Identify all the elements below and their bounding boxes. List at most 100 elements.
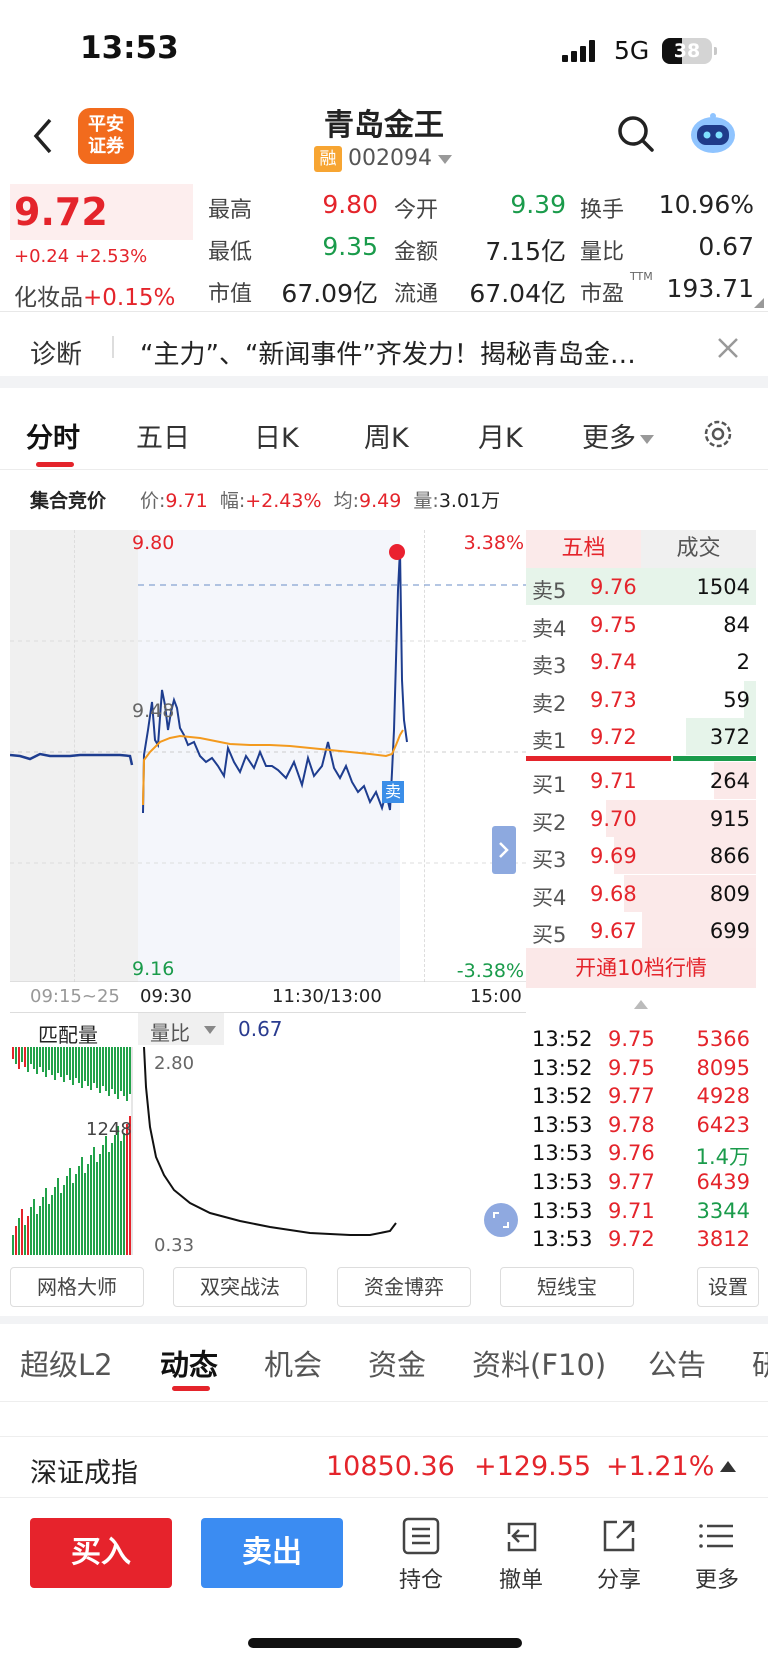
- tab-trades[interactable]: 成交: [641, 530, 756, 568]
- sub-axis-mid: 1248: [86, 1119, 132, 1140]
- sub-axis-top: 2.80: [154, 1053, 195, 1074]
- tab-super-l2[interactable]: 超级L2: [20, 1342, 113, 1384]
- trade-time: 13:53: [532, 1170, 593, 1194]
- float-label: 流通: [394, 282, 439, 307]
- dropdown-icon: [640, 435, 654, 444]
- ask-label: 卖5: [532, 579, 567, 603]
- trade-price: 9.77: [608, 1170, 655, 1194]
- trade-volume: 8095: [696, 1055, 750, 1080]
- network-label: 5G: [614, 36, 650, 65]
- tab-opportunity[interactable]: 机会: [264, 1342, 322, 1384]
- ask-row[interactable]: 卖2 9.73 59: [526, 680, 756, 718]
- search-icon[interactable]: [616, 114, 656, 154]
- sector-change[interactable]: 化妆品+0.15%: [14, 278, 175, 312]
- tab-more[interactable]: 更多: [582, 416, 654, 455]
- sell-button[interactable]: 卖出: [201, 1518, 343, 1588]
- status-bar: 13:53 5G 38: [0, 0, 768, 96]
- tab-five-levels[interactable]: 五档: [526, 530, 641, 568]
- volume-ratio-chart[interactable]: 匹配量 量比 0.67 2.80 1248 0.33: [10, 1012, 526, 1256]
- bid-row[interactable]: 买1 9.71 264: [526, 762, 756, 799]
- index-name: 深证成指: [30, 1458, 138, 1489]
- positions-button[interactable]: 持仓: [386, 1516, 456, 1594]
- bid-price: 9.70: [590, 806, 637, 831]
- volratio-label: 量比: [580, 240, 625, 265]
- open-level10-button[interactable]: 开通10档行情: [526, 948, 756, 988]
- trade-volume: 4928: [696, 1084, 750, 1109]
- ask-row[interactable]: 卖5 9.76 1504: [526, 568, 756, 605]
- tool-grid-master[interactable]: 网格大师: [10, 1267, 144, 1307]
- indicator-selector[interactable]: 量比: [138, 1013, 224, 1045]
- ask-label: 卖3: [532, 654, 567, 678]
- share-button[interactable]: 分享: [584, 1516, 654, 1594]
- ask-volume: 372: [709, 725, 750, 749]
- ask-label: 卖1: [532, 729, 567, 753]
- more-button[interactable]: 更多: [682, 1516, 752, 1594]
- tab-five-day[interactable]: 五日: [136, 416, 190, 455]
- more-label: 更多: [694, 1568, 739, 1593]
- auction-values: 价:9.71 幅:+2.43% 均:9.49 量:3.01万: [140, 490, 501, 512]
- bid-row[interactable]: 买2 9.70 915: [526, 799, 756, 837]
- trade-time: 13:52: [532, 1055, 593, 1080]
- bid-row[interactable]: 买5 9.67 699: [526, 912, 756, 949]
- index-ticker[interactable]: 深证成指 10850.36 +129.55 +1.21%: [0, 1436, 768, 1498]
- trade-row: 13:52 9.77 4928: [526, 1082, 756, 1111]
- info-tabs: 超级L2 动态 机会 资金 资料(F10) 公告 研: [0, 1320, 768, 1402]
- buy-button[interactable]: 买入: [30, 1518, 172, 1588]
- tool-settings[interactable]: 设置: [697, 1267, 759, 1307]
- tab-monthly-k[interactable]: 月K: [478, 416, 523, 455]
- trade-volume: 6423: [696, 1112, 750, 1137]
- tool-short-line[interactable]: 短线宝: [500, 1267, 634, 1307]
- diagnosis-label: 诊断: [30, 340, 83, 370]
- tab-intraday[interactable]: 分时: [26, 416, 80, 455]
- intraday-chart[interactable]: 9.80 3.38% 9.48 9.16 -3.38% 卖: [10, 530, 526, 982]
- assistant-robot-icon[interactable]: [688, 110, 738, 156]
- diagnosis-banner[interactable]: 诊断 “主力”、“新闻事件”齐发力！揭秘青岛金…: [0, 312, 768, 388]
- bid-label: 买2: [532, 810, 567, 835]
- trade-price: 9.72: [608, 1227, 655, 1252]
- tab-underline: [36, 462, 74, 467]
- axis-top-price: 9.80: [132, 532, 175, 554]
- collapse-up-icon[interactable]: [634, 1000, 648, 1009]
- open-value: 9.39: [510, 190, 566, 219]
- stock-code: 002094: [348, 146, 432, 171]
- ask-row[interactable]: 卖3 9.74 2: [526, 643, 756, 680]
- trade-price: 9.76: [608, 1141, 655, 1166]
- fullscreen-icon[interactable]: [484, 1203, 518, 1237]
- bid-row[interactable]: 买3 9.69 866: [526, 837, 756, 874]
- sub-chart-svg: [12, 1047, 397, 1255]
- stock-code-selector[interactable]: 融 002094: [314, 146, 452, 174]
- expand-arrow-icon[interactable]: [492, 826, 516, 874]
- close-icon[interactable]: [716, 336, 740, 360]
- tab-announcements[interactable]: 公告: [648, 1342, 706, 1384]
- cancel-order-button[interactable]: 撤单: [486, 1516, 556, 1594]
- index-value: 10850.36: [326, 1451, 455, 1482]
- tool-fund-game[interactable]: 资金博弈: [337, 1267, 471, 1307]
- bid-row[interactable]: 买4 9.68 809: [526, 874, 756, 912]
- sell-marker[interactable]: 卖: [382, 781, 404, 803]
- expand-up-icon[interactable]: [720, 1461, 736, 1472]
- tab-daily-k[interactable]: 日K: [254, 416, 299, 455]
- ask-volume: 2: [736, 650, 750, 674]
- bid-volume: 809: [709, 881, 750, 906]
- sub-indicator-value: 0.67: [238, 1017, 283, 1041]
- pe-ttm-sup: TTM: [630, 270, 653, 283]
- settings-gear-icon[interactable]: [700, 416, 736, 452]
- battery-icon: 38: [662, 38, 717, 64]
- tab-funds[interactable]: 资金: [368, 1342, 426, 1384]
- bid-label: 买4: [532, 885, 567, 910]
- axis-top-pct: 3.38%: [463, 532, 524, 554]
- tab-f10[interactable]: 资料(F10): [472, 1342, 606, 1384]
- mcap-value: 67.09亿: [281, 279, 378, 308]
- trade-time: 13:53: [532, 1141, 593, 1166]
- low-value: 9.35: [322, 232, 378, 261]
- tab-research[interactable]: 研: [752, 1342, 768, 1384]
- tab-news[interactable]: 动态: [160, 1342, 218, 1384]
- ask-row[interactable]: 卖1 9.72 372: [526, 718, 756, 755]
- tool-double-breakout[interactable]: 双突战法: [173, 1267, 307, 1307]
- ask-row[interactable]: 卖4 9.75 84: [526, 606, 756, 643]
- quote-panel: 9.72 +0.24 +2.53% 化妆品+0.15% 最高 9.80 最低 9…: [0, 180, 768, 312]
- time-label-close: 15:00: [470, 986, 522, 1007]
- tab-weekly-k[interactable]: 周K: [364, 416, 409, 455]
- trade-row: 13:53 9.71 3344: [526, 1197, 756, 1226]
- trade-time: 13:53: [532, 1112, 593, 1137]
